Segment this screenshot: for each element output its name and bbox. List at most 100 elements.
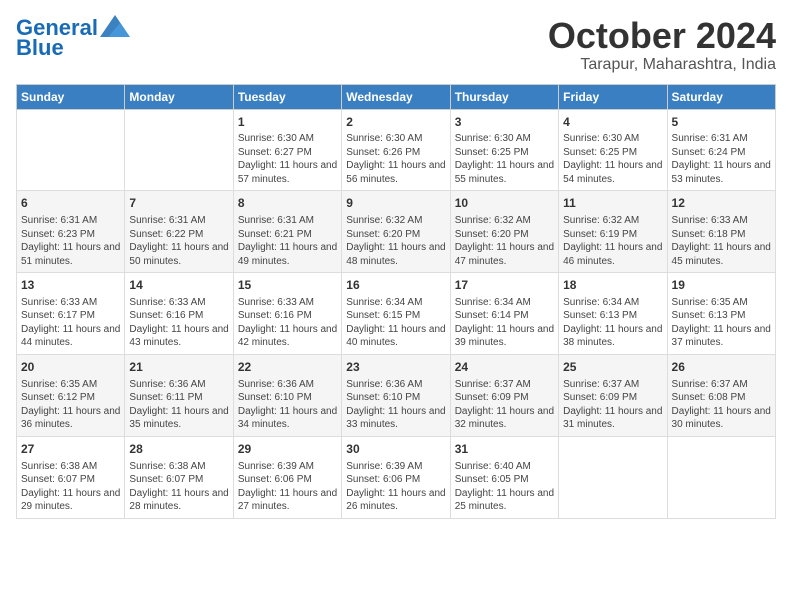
day-number: 28	[129, 441, 228, 458]
day-number: 6	[21, 195, 120, 212]
day-number: 9	[346, 195, 445, 212]
day-number: 5	[672, 114, 771, 131]
cell-data: Sunrise: 6:31 AM Sunset: 6:22 PM Dayligh…	[129, 214, 228, 268]
calendar-cell	[559, 436, 667, 518]
weekday-header: Monday	[125, 84, 233, 109]
cell-data: Sunrise: 6:37 AM Sunset: 6:09 PM Dayligh…	[455, 378, 554, 432]
calendar-cell: 16 Sunrise: 6:34 AM Sunset: 6:15 PM Dayli…	[342, 273, 450, 355]
day-number: 29	[238, 441, 337, 458]
title-block: October 2024 Tarapur, Maharashtra, India	[548, 16, 776, 74]
cell-data: Sunrise: 6:39 AM Sunset: 6:06 PM Dayligh…	[346, 460, 445, 514]
cell-data: Sunrise: 6:38 AM Sunset: 6:07 PM Dayligh…	[129, 460, 228, 514]
cell-data: Sunrise: 6:36 AM Sunset: 6:11 PM Dayligh…	[129, 378, 228, 432]
weekday-header: Friday	[559, 84, 667, 109]
page-container: General Blue October 2024 Tarapur, Mahar…	[0, 0, 792, 529]
cell-data: Sunrise: 6:33 AM Sunset: 6:18 PM Dayligh…	[672, 214, 771, 268]
cell-data: Sunrise: 6:31 AM Sunset: 6:21 PM Dayligh…	[238, 214, 337, 268]
cell-data: Sunrise: 6:39 AM Sunset: 6:06 PM Dayligh…	[238, 460, 337, 514]
cell-data: Sunrise: 6:37 AM Sunset: 6:09 PM Dayligh…	[563, 378, 662, 432]
calendar-cell: 13Sunrise: 6:33 AM Sunset: 6:17 PM Dayli…	[17, 273, 125, 355]
calendar-table: SundayMondayTuesdayWednesdayThursdayFrid…	[16, 84, 776, 519]
calendar-cell: 11 Sunrise: 6:32 AM Sunset: 6:19 PM Dayli…	[559, 191, 667, 273]
day-number: 14	[129, 277, 228, 294]
cell-data: Sunrise: 6:36 AM Sunset: 6:10 PM Dayligh…	[238, 378, 337, 432]
day-number: 27	[21, 441, 120, 458]
subtitle: Tarapur, Maharashtra, India	[548, 56, 776, 74]
calendar-cell: 15Sunrise: 6:33 AM Sunset: 6:16 PM Dayli…	[233, 273, 341, 355]
weekday-header: Wednesday	[342, 84, 450, 109]
calendar-cell: 25 Sunrise: 6:37 AM Sunset: 6:09 PM Dayli…	[559, 354, 667, 436]
calendar-cell: 17 Sunrise: 6:34 AM Sunset: 6:14 PM Dayli…	[450, 273, 558, 355]
weekday-header: Tuesday	[233, 84, 341, 109]
calendar-cell: 28 Sunrise: 6:38 AM Sunset: 6:07 PM Dayli…	[125, 436, 233, 518]
calendar-cell: 14 Sunrise: 6:33 AM Sunset: 6:16 PM Dayli…	[125, 273, 233, 355]
calendar-week-row: 27 Sunrise: 6:38 AM Sunset: 6:07 PM Dayli…	[17, 436, 776, 518]
day-number: 17	[455, 277, 554, 294]
day-number: 16	[346, 277, 445, 294]
day-number: 22	[238, 359, 337, 376]
cell-data: Sunrise: 6:33 AM Sunset: 6:16 PM Dayligh…	[238, 296, 337, 350]
day-number: 19	[672, 277, 771, 294]
weekday-header: Sunday	[17, 84, 125, 109]
calendar-cell: 12 Sunrise: 6:33 AM Sunset: 6:18 PM Dayli…	[667, 191, 775, 273]
main-title: October 2024	[548, 16, 776, 56]
cell-data: Sunrise: 6:31 AM Sunset: 6:23 PM Dayligh…	[21, 214, 120, 268]
cell-data: Sunrise: 6:30 AM Sunset: 6:27 PM Dayligh…	[238, 132, 337, 186]
cell-data: Sunrise: 6:32 AM Sunset: 6:20 PM Dayligh…	[346, 214, 445, 268]
calendar-cell: 6 Sunrise: 6:31 AM Sunset: 6:23 PM Daylig…	[17, 191, 125, 273]
cell-data: Sunrise: 6:30 AM Sunset: 6:25 PM Dayligh…	[455, 132, 554, 186]
calendar-cell: 2Sunrise: 6:30 AM Sunset: 6:26 PM Daylig…	[342, 109, 450, 191]
cell-data: Sunrise: 6:32 AM Sunset: 6:20 PM Dayligh…	[455, 214, 554, 268]
day-number: 7	[129, 195, 228, 212]
logo-icon	[100, 15, 130, 37]
cell-data: Sunrise: 6:35 AM Sunset: 6:12 PM Dayligh…	[21, 378, 120, 432]
calendar-week-row: 1Sunrise: 6:30 AM Sunset: 6:27 PM Daylig…	[17, 109, 776, 191]
calendar-cell: 30 Sunrise: 6:39 AM Sunset: 6:06 PM Dayli…	[342, 436, 450, 518]
calendar-cell: 8Sunrise: 6:31 AM Sunset: 6:21 PM Daylig…	[233, 191, 341, 273]
calendar-cell: 10 Sunrise: 6:32 AM Sunset: 6:20 PM Dayli…	[450, 191, 558, 273]
day-number: 1	[238, 114, 337, 131]
cell-data: Sunrise: 6:34 AM Sunset: 6:14 PM Dayligh…	[455, 296, 554, 350]
cell-data: Sunrise: 6:34 AM Sunset: 6:13 PM Dayligh…	[563, 296, 662, 350]
day-number: 23	[346, 359, 445, 376]
calendar-cell: 9 Sunrise: 6:32 AM Sunset: 6:20 PM Daylig…	[342, 191, 450, 273]
day-number: 3	[455, 114, 554, 131]
calendar-cell: 19 Sunrise: 6:35 AM Sunset: 6:13 PM Dayli…	[667, 273, 775, 355]
day-number: 25	[563, 359, 662, 376]
day-number: 10	[455, 195, 554, 212]
calendar-cell: 4Sunrise: 6:30 AM Sunset: 6:25 PM Daylig…	[559, 109, 667, 191]
day-number: 31	[455, 441, 554, 458]
day-number: 21	[129, 359, 228, 376]
calendar-cell: 26 Sunrise: 6:37 AM Sunset: 6:08 PM Dayli…	[667, 354, 775, 436]
calendar-cell: 31 Sunrise: 6:40 AM Sunset: 6:05 PM Dayli…	[450, 436, 558, 518]
day-number: 11	[563, 195, 662, 212]
calendar-cell: 20Sunrise: 6:35 AM Sunset: 6:12 PM Dayli…	[17, 354, 125, 436]
header-row: SundayMondayTuesdayWednesdayThursdayFrid…	[17, 84, 776, 109]
cell-data: Sunrise: 6:33 AM Sunset: 6:17 PM Dayligh…	[21, 296, 120, 350]
cell-data: Sunrise: 6:38 AM Sunset: 6:07 PM Dayligh…	[21, 460, 120, 514]
calendar-cell: 3Sunrise: 6:30 AM Sunset: 6:25 PM Daylig…	[450, 109, 558, 191]
calendar-week-row: 13Sunrise: 6:33 AM Sunset: 6:17 PM Dayli…	[17, 273, 776, 355]
calendar-cell	[125, 109, 233, 191]
cell-data: Sunrise: 6:35 AM Sunset: 6:13 PM Dayligh…	[672, 296, 771, 350]
calendar-week-row: 20Sunrise: 6:35 AM Sunset: 6:12 PM Dayli…	[17, 354, 776, 436]
calendar-week-row: 6 Sunrise: 6:31 AM Sunset: 6:23 PM Daylig…	[17, 191, 776, 273]
calendar-cell: 23Sunrise: 6:36 AM Sunset: 6:10 PM Dayli…	[342, 354, 450, 436]
calendar-cell: 27 Sunrise: 6:38 AM Sunset: 6:07 PM Dayli…	[17, 436, 125, 518]
cell-data: Sunrise: 6:37 AM Sunset: 6:08 PM Dayligh…	[672, 378, 771, 432]
day-number: 30	[346, 441, 445, 458]
day-number: 24	[455, 359, 554, 376]
calendar-cell: 29 Sunrise: 6:39 AM Sunset: 6:06 PM Dayli…	[233, 436, 341, 518]
day-number: 12	[672, 195, 771, 212]
calendar-cell	[667, 436, 775, 518]
cell-data: Sunrise: 6:30 AM Sunset: 6:25 PM Dayligh…	[563, 132, 662, 186]
calendar-cell: 1Sunrise: 6:30 AM Sunset: 6:27 PM Daylig…	[233, 109, 341, 191]
day-number: 4	[563, 114, 662, 131]
cell-data: Sunrise: 6:34 AM Sunset: 6:15 PM Dayligh…	[346, 296, 445, 350]
cell-data: Sunrise: 6:33 AM Sunset: 6:16 PM Dayligh…	[129, 296, 228, 350]
day-number: 26	[672, 359, 771, 376]
calendar-cell: 5Sunrise: 6:31 AM Sunset: 6:24 PM Daylig…	[667, 109, 775, 191]
cell-data: Sunrise: 6:32 AM Sunset: 6:19 PM Dayligh…	[563, 214, 662, 268]
cell-data: Sunrise: 6:40 AM Sunset: 6:05 PM Dayligh…	[455, 460, 554, 514]
weekday-header: Saturday	[667, 84, 775, 109]
